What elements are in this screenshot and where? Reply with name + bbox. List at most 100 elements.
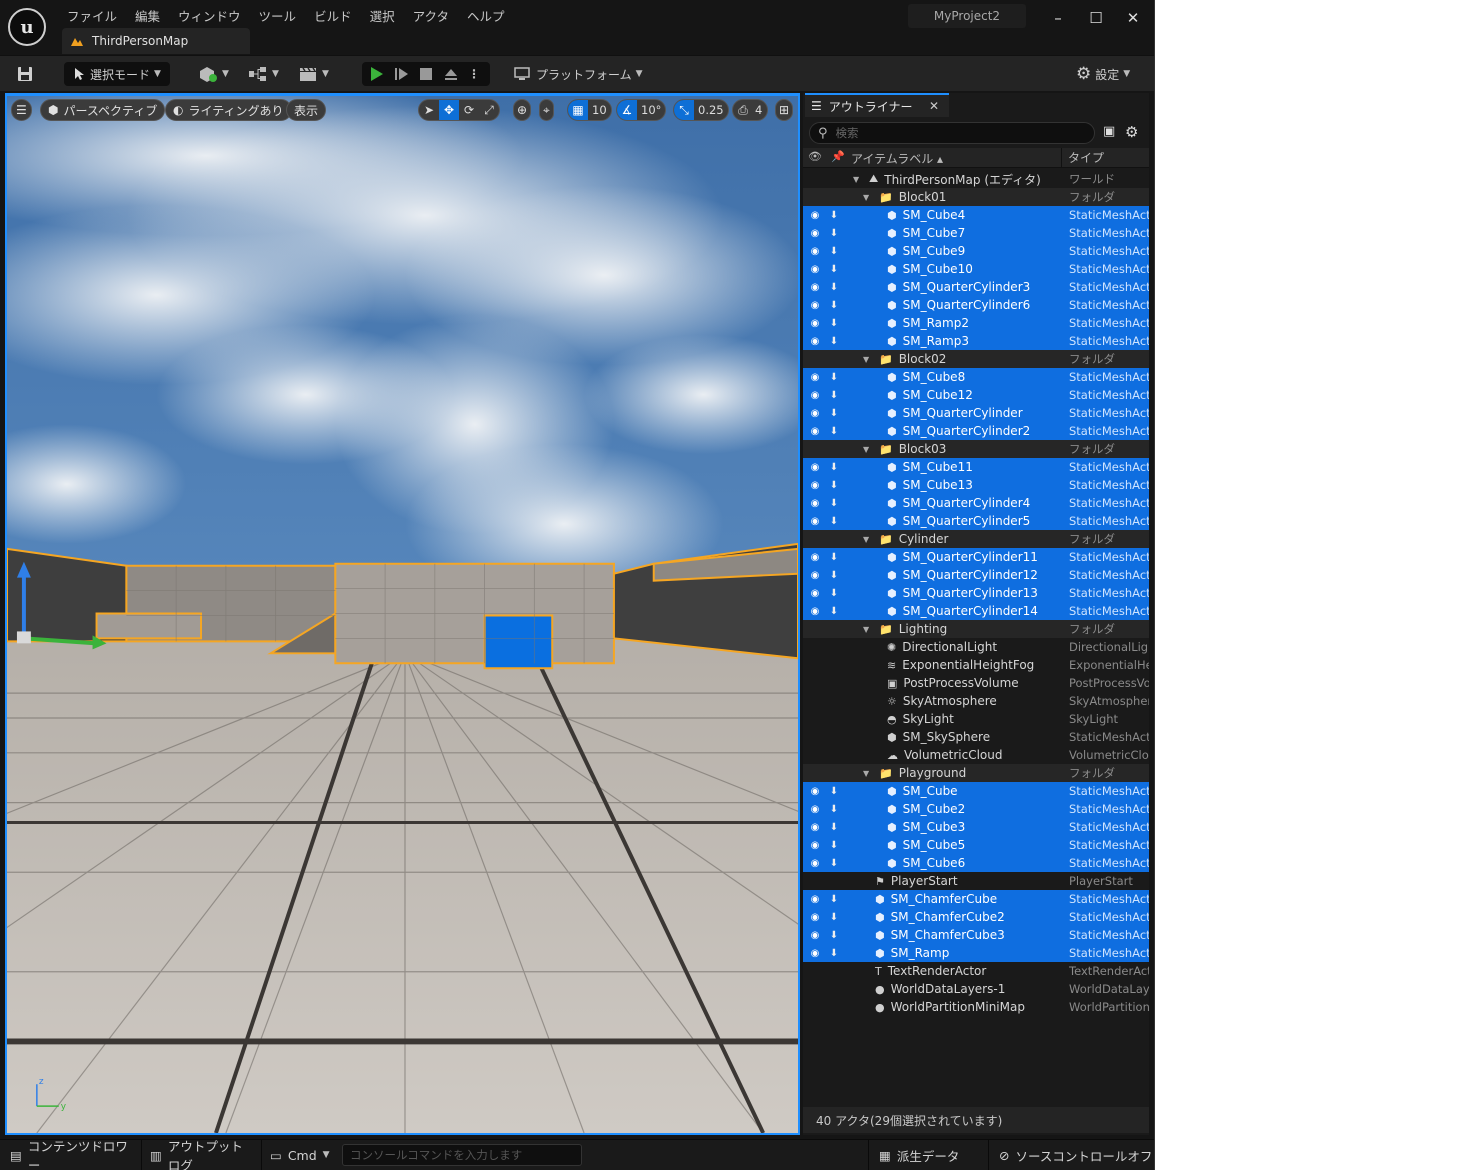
play-icon[interactable] [368, 66, 384, 82]
outliner-row[interactable]: ▣ PostProcessVolume PostProcessVolume [803, 674, 1149, 692]
visibility-eye-icon[interactable]: ◉ [808, 606, 822, 617]
visibility-eye-icon[interactable]: ◉ [808, 282, 822, 293]
outliner-row[interactable]: ◉ ⬇ ⬢ SM_Cube13 StaticMeshActor [803, 476, 1149, 494]
type-column[interactable]: タイプ [1061, 148, 1104, 168]
level-tab[interactable]: ThirdPersonMap [62, 28, 250, 54]
pin-icon[interactable]: ⬇ [829, 516, 839, 527]
world-local-toggle[interactable]: ⊕ [513, 99, 532, 121]
grid-snap-group[interactable]: ▦ 10 [567, 99, 612, 121]
outliner-row[interactable]: ◉ ⬇ ⬢ SM_Cube12 StaticMeshActor [803, 386, 1149, 404]
show-button[interactable]: 表示 [286, 99, 327, 121]
outliner-search-input[interactable]: ⚲ 検索 [809, 122, 1095, 144]
viewport-layout-button[interactable]: ⊞ [775, 99, 794, 121]
outliner-folder-row[interactable]: ▼ 📁 Playground フォルダ [803, 764, 1149, 782]
menu-tools[interactable]: ツール [250, 4, 306, 27]
outliner-row[interactable]: ☼ SkyAtmosphere SkyAtmosphere [803, 692, 1149, 710]
grid-snap-value[interactable]: 10 [588, 103, 611, 117]
outliner-row[interactable]: ● WorldDataLayers-1 WorldDataLayers [803, 980, 1149, 998]
visibility-eye-icon[interactable]: ◉ [808, 894, 822, 905]
visibility-eye-icon[interactable]: ◉ [808, 804, 822, 815]
visibility-eye-icon[interactable]: ◉ [808, 552, 822, 563]
pin-icon[interactable]: ⬇ [829, 858, 839, 869]
outliner-row[interactable]: ◉ ⬇ ⬢ SM_QuarterCylinder5 StaticMeshActor [803, 512, 1149, 530]
pin-icon[interactable]: ⬇ [829, 570, 839, 581]
visibility-eye-icon[interactable]: ◉ [808, 426, 822, 437]
lighting-button[interactable]: ◐ ライティングあり [165, 99, 292, 121]
outliner-row[interactable]: ◉ ⬇ ⬢ SM_Ramp StaticMeshActor [803, 944, 1149, 962]
pin-icon[interactable]: ⬇ [829, 498, 839, 509]
visibility-eye-icon[interactable]: ◉ [808, 228, 822, 239]
outliner-row[interactable]: ◉ ⬇ ⬢ SM_Cube7 StaticMeshActor [803, 224, 1149, 242]
outliner-row[interactable]: ◉ ⬇ ⬢ SM_QuarterCylinder StaticMeshActor [803, 404, 1149, 422]
expand-arrow-icon[interactable]: ▼ [863, 355, 873, 364]
pin-icon[interactable]: ⬇ [829, 948, 839, 959]
perspective-button[interactable]: ⬢ パースペクティブ [40, 99, 166, 121]
camera-speed-group[interactable]: ⎙ 4 [732, 99, 769, 121]
item-label-column[interactable]: アイテムラベル ▴ [851, 150, 943, 167]
pin-icon[interactable]: ⬇ [829, 786, 839, 797]
menu-build[interactable]: ビルド [305, 4, 361, 27]
outliner-tab[interactable]: ☰ アウトライナー ✕ [805, 93, 949, 117]
outliner-settings-gear-icon[interactable]: ⚙ [1125, 123, 1138, 141]
pin-icon[interactable]: ⬇ [829, 210, 839, 221]
outliner-folder-row[interactable]: ▼ 📁 Block03 フォルダ [803, 440, 1149, 458]
console-command-input[interactable]: コンソールコマンドを入力します [342, 1144, 582, 1166]
outliner-row[interactable]: ◓ SkyLight SkyLight [803, 710, 1149, 728]
outliner-row[interactable]: ◉ ⬇ ⬢ SM_QuarterCylinder14 StaticMeshActor [803, 602, 1149, 620]
selection-mode-dropdown[interactable]: 選択モード ▼ [64, 62, 170, 86]
outliner-row[interactable]: ⬢ SM_SkySphere StaticMeshActor [803, 728, 1149, 746]
outliner-folder-row[interactable]: ▼ 📁 Cylinder フォルダ [803, 530, 1149, 548]
outliner-row[interactable]: ◉ ⬇ ⬢ SM_QuarterCylinder12 StaticMeshActor [803, 566, 1149, 584]
visibility-eye-icon[interactable]: ◉ [808, 300, 822, 311]
outliner-row[interactable]: ⚑ PlayerStart PlayerStart [803, 872, 1149, 890]
outliner-row[interactable]: ● WorldPartitionMiniMap WorldPartitionMini… [803, 998, 1149, 1016]
scale-tool-icon[interactable]: ⤢ [479, 100, 499, 120]
pin-icon[interactable]: ⬇ [829, 552, 839, 563]
outliner-row[interactable]: ◉ ⬇ ⬢ SM_QuarterCylinder6 StaticMeshActor [803, 296, 1149, 314]
visibility-eye-icon[interactable]: ◉ [808, 516, 822, 527]
content-drawer-button[interactable]: ▤ コンテンツドロワー [4, 1139, 142, 1170]
close-tab-icon[interactable]: ✕ [929, 99, 939, 113]
level-viewport[interactable]: z y ☰ ⬢ パースペクティブ ◐ ライティングあり 表示 ➤ ✥ ⟳ ⤢ ⊕… [5, 93, 800, 1135]
camera-speed-value[interactable]: 4 [753, 103, 764, 117]
translate-tool-icon[interactable]: ✥ [439, 100, 459, 120]
visibility-eye-icon[interactable]: ◉ [808, 390, 822, 401]
visibility-eye-icon[interactable]: ◉ [808, 912, 822, 923]
unreal-logo-icon[interactable]: u [8, 8, 46, 46]
pin-icon[interactable]: ⬇ [829, 264, 839, 275]
outliner-row[interactable]: ◉ ⬇ ⬢ SM_Ramp2 StaticMeshActor [803, 314, 1149, 332]
visibility-eye-icon[interactable]: ◉ [808, 822, 822, 833]
menu-actor[interactable]: アクタ [404, 4, 458, 27]
outliner-row[interactable]: ◉ ⬇ ⬢ SM_QuarterCylinder3 StaticMeshActor [803, 278, 1149, 296]
expand-arrow-icon[interactable]: ▼ [863, 445, 873, 454]
surface-snap-button[interactable]: ⌖ [539, 99, 554, 121]
output-log-button[interactable]: ▥ アウトプットログ [144, 1139, 262, 1170]
save-icon[interactable] [16, 62, 34, 86]
minimize-icon[interactable]: – [1046, 8, 1070, 28]
rotation-snap-value[interactable]: 10° [637, 103, 665, 117]
visibility-eye-icon[interactable]: ◉ [808, 858, 822, 869]
visibility-eye-icon[interactable]: ◉ [808, 480, 822, 491]
outliner-row[interactable]: ◉ ⬇ ⬢ SM_QuarterCylinder4 StaticMeshActor [803, 494, 1149, 512]
rotation-snap-group[interactable]: ∡ 10° [616, 99, 667, 121]
pin-icon[interactable]: ⬇ [829, 426, 839, 437]
outliner-row[interactable]: ◉ ⬇ ⬢ SM_ChamferCube2 StaticMeshActor [803, 908, 1149, 926]
outliner-row[interactable]: ▼ ⛰ ThirdPersonMap (エディタ) ワールド [803, 170, 1149, 188]
outliner-row[interactable]: ◉ ⬇ ⬢ SM_Ramp3 StaticMeshActor [803, 332, 1149, 350]
outliner-row[interactable]: ◉ ⬇ ⬢ SM_Cube4 StaticMeshActor [803, 206, 1149, 224]
pin-icon[interactable]: ⬇ [829, 246, 839, 257]
visibility-eye-icon[interactable]: ◉ [808, 786, 822, 797]
outliner-row[interactable]: ◉ ⬇ ⬢ SM_Cube3 StaticMeshActor [803, 818, 1149, 836]
outliner-row[interactable]: ◉ ⬇ ⬢ SM_Cube8 StaticMeshActor [803, 368, 1149, 386]
visibility-eye-icon[interactable]: ◉ [808, 840, 822, 851]
outliner-row[interactable]: T TextRenderActor TextRenderActor [803, 962, 1149, 980]
outliner-row[interactable]: ◉ ⬇ ⬢ SM_Cube9 StaticMeshActor [803, 242, 1149, 260]
menu-edit[interactable]: 編集 [126, 4, 169, 27]
pin-icon[interactable]: ⬇ [829, 318, 839, 329]
visibility-column-eye-icon[interactable]: 👁 [808, 150, 822, 163]
pin-icon[interactable]: ⬇ [829, 606, 839, 617]
pin-icon[interactable]: ⬇ [829, 588, 839, 599]
outliner-folder-row[interactable]: ▼ 📁 Block02 フォルダ [803, 350, 1149, 368]
visibility-eye-icon[interactable]: ◉ [808, 462, 822, 473]
pin-icon[interactable]: ⬇ [829, 228, 839, 239]
